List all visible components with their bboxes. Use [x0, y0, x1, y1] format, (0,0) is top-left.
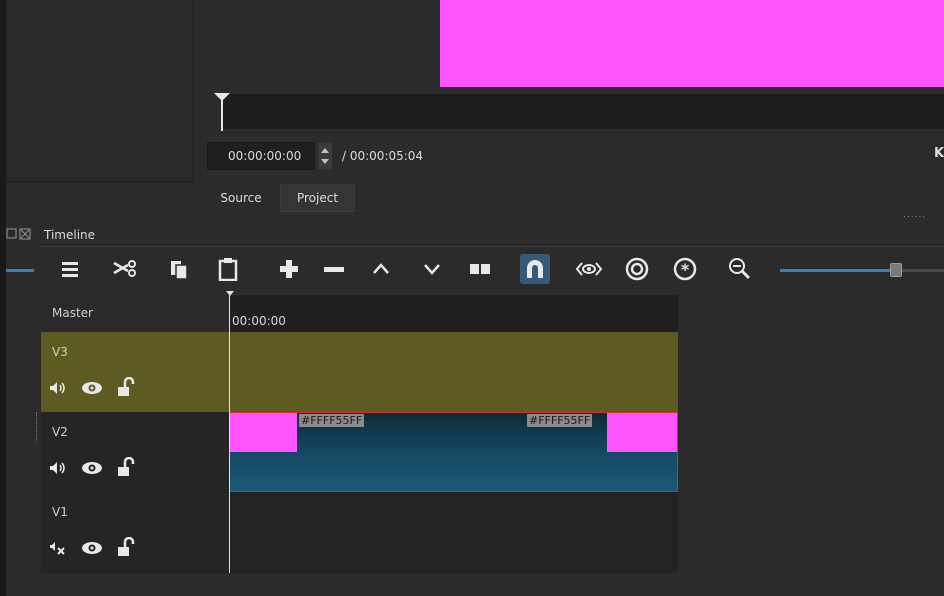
clip-in-thumbnail — [230, 413, 297, 452]
clip-out-thumbnail — [607, 413, 677, 452]
timeline-ruler[interactable] — [229, 295, 678, 332]
timeline-title: Timeline — [44, 228, 96, 242]
timeline-bottom — [6, 573, 678, 596]
zoom-slider-track[interactable] — [780, 269, 892, 272]
menu-icon[interactable] — [55, 254, 85, 284]
left-panel — [6, 0, 194, 182]
append-icon[interactable] — [274, 254, 304, 284]
master-label: Master — [52, 306, 93, 320]
speaker-on-icon[interactable] — [49, 380, 67, 399]
track-header-v3[interactable]: V3 — [41, 332, 229, 412]
cut-icon[interactable] — [110, 254, 140, 284]
speaker-on-icon[interactable] — [49, 460, 67, 479]
svg-text:*: * — [681, 260, 690, 279]
ripple-all-icon[interactable]: * — [670, 254, 700, 284]
zoom-slider-handle[interactable] — [890, 263, 902, 277]
track-v1[interactable] — [229, 492, 678, 572]
clip-name-label: #FFFF55FF — [299, 414, 365, 427]
lift-icon[interactable] — [366, 254, 396, 284]
timeline-empty-area — [678, 295, 944, 596]
remove-icon[interactable] — [319, 254, 349, 284]
timecode-spinner[interactable] — [316, 142, 336, 170]
overwrite-icon[interactable] — [417, 254, 447, 284]
tab-project[interactable]: Project — [280, 184, 355, 212]
copy-icon[interactable] — [164, 254, 194, 284]
speaker-muted-icon[interactable] — [49, 540, 67, 559]
panel-slider[interactable] — [6, 269, 34, 272]
zoom-out-icon[interactable] — [726, 254, 756, 284]
panel-grip[interactable]: ...... — [903, 210, 926, 220]
ruler-timecode: 00:00:00 — [232, 314, 286, 328]
total-duration: / 00:00:05:04 — [342, 149, 424, 163]
split-icon[interactable] — [465, 254, 495, 284]
track-resize-handle[interactable] — [36, 412, 39, 442]
eye-icon[interactable] — [81, 380, 103, 399]
eye-icon[interactable] — [81, 540, 103, 559]
paste-icon[interactable] — [213, 254, 243, 284]
zoom-slider-remaining[interactable] — [902, 269, 944, 272]
video-preview — [440, 0, 944, 87]
track-header-v2[interactable]: V2 — [41, 412, 229, 492]
player-scrub-bar[interactable] — [222, 94, 944, 129]
clip-name-label: #FFFF55FF — [527, 414, 593, 427]
eye-icon[interactable] — [81, 460, 103, 479]
player-playhead[interactable] — [214, 93, 230, 131]
playhead-tip[interactable] — [226, 291, 234, 296]
track-header-v1[interactable]: V1 — [41, 492, 229, 572]
ripple-icon[interactable] — [622, 254, 652, 284]
track-label: V1 — [52, 505, 68, 519]
unlock-icon[interactable] — [117, 536, 135, 561]
track-label: V3 — [52, 345, 68, 359]
timecode-field[interactable]: 00:00:00:00 — [207, 142, 315, 170]
unlock-icon[interactable] — [117, 376, 135, 401]
tab-source[interactable]: Source — [206, 184, 276, 212]
scrub-icon[interactable] — [574, 254, 604, 284]
snap-magnet-icon[interactable] — [520, 254, 550, 284]
unlock-icon[interactable] — [117, 456, 135, 481]
skip-to-start-icon[interactable]: K — [934, 146, 944, 161]
track-v3[interactable] — [229, 332, 678, 412]
divider — [38, 246, 944, 247]
track-label: V2 — [52, 425, 68, 439]
dock-float-close-icons[interactable] — [6, 228, 36, 243]
timeline-playhead[interactable] — [229, 292, 230, 596]
